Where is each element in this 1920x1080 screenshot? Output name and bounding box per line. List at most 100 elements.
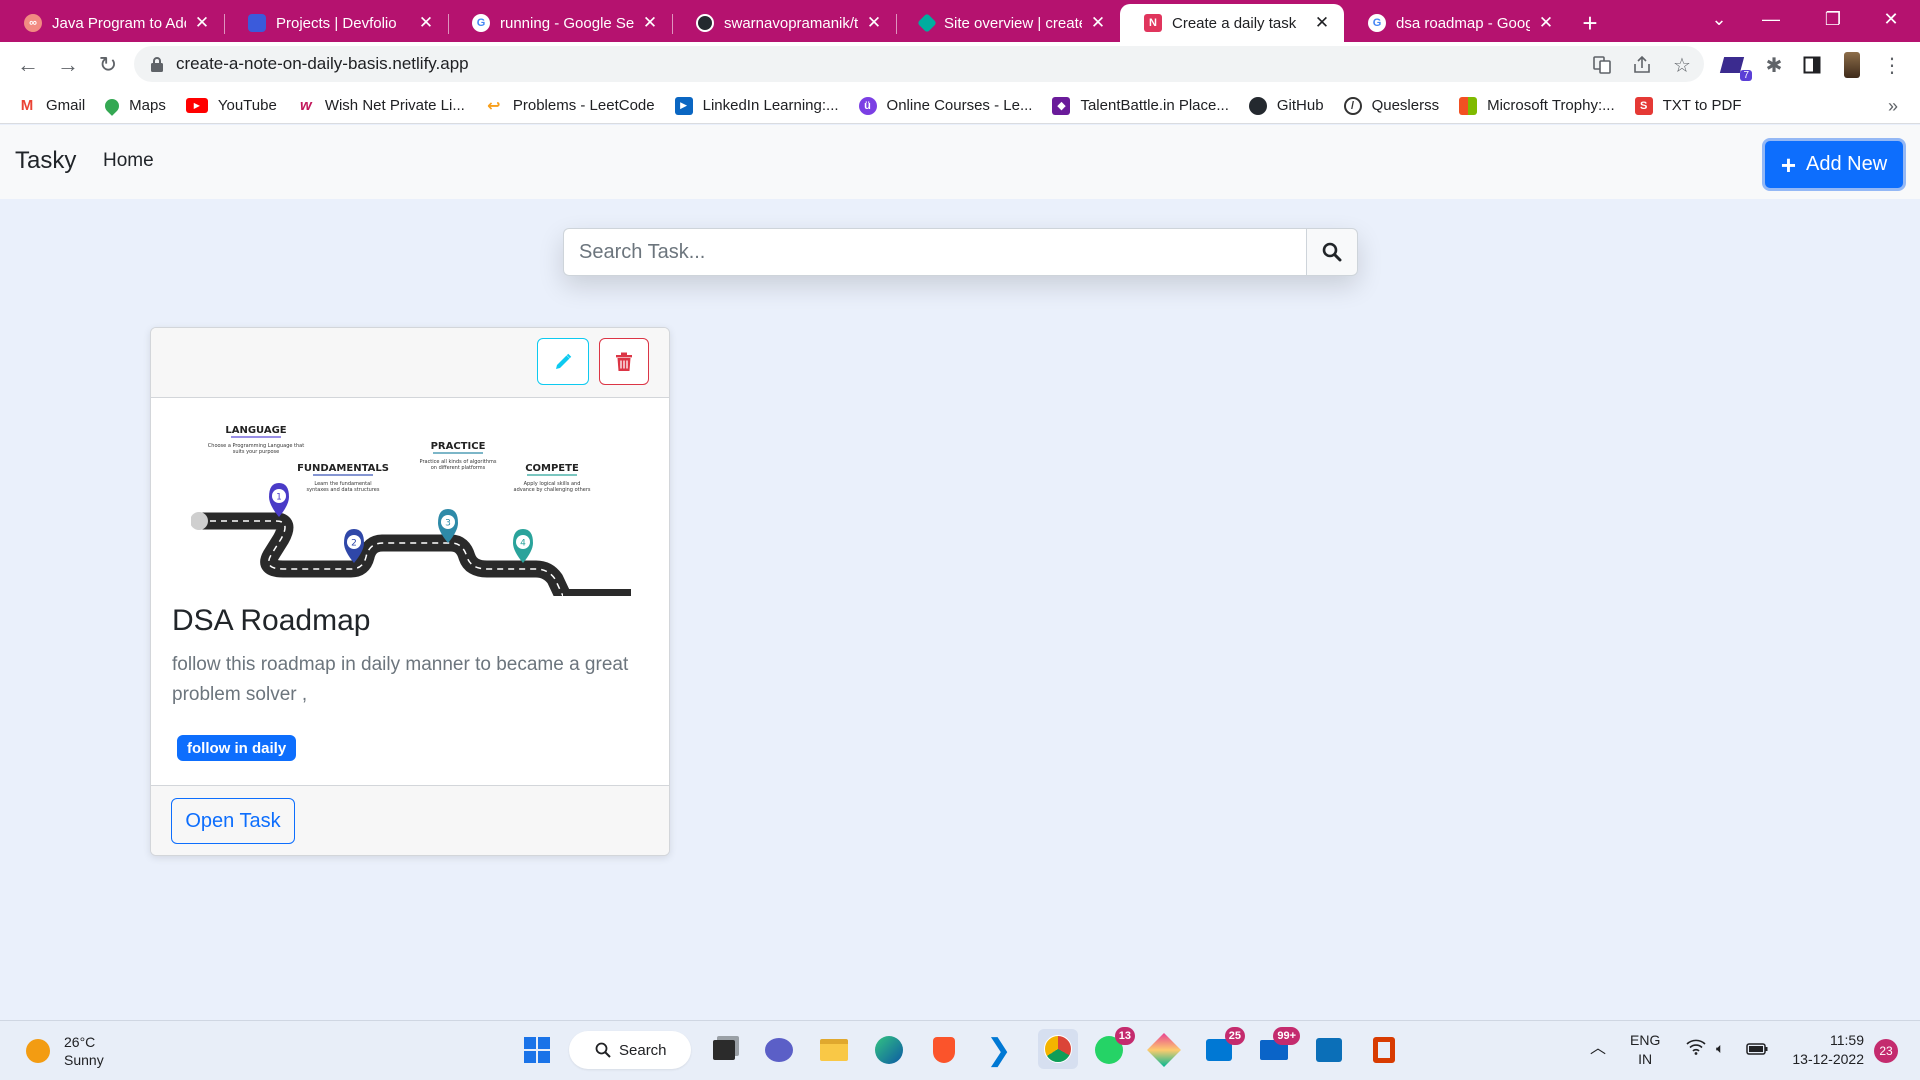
translate-icon[interactable] [1582,42,1622,88]
google-icon: G [1368,14,1386,32]
bookmark-gmail[interactable]: M Gmail [18,96,85,115]
chevron-up-icon[interactable]: ︿ [1590,1039,1606,1058]
bookmarks-overflow-icon[interactable]: » [1888,96,1898,117]
sidepanel-icon[interactable] [1792,42,1832,88]
file-explorer-icon[interactable] [818,1034,850,1066]
txt-to-pdf-icon: S [1634,96,1653,115]
search-button[interactable] [1306,228,1358,276]
bookmark-microsoft[interactable]: Microsoft Trophy:... [1459,96,1615,115]
open-task-button[interactable]: Open Task [171,798,295,844]
bookmark-online-courses[interactable]: ü Online Courses - Le... [858,96,1032,115]
extensions-icon[interactable]: ✱ [1754,42,1794,88]
bookmark-leetcode[interactable]: ↩ Problems - LeetCode [484,96,655,115]
browser-tab[interactable]: swarnavopramanik/ta ✕ [672,4,896,42]
forward-arrow-icon[interactable]: → [48,45,88,85]
browser-tab-strip: ∞ Java Program to Add ✕ Projects | Devfo… [0,0,1920,42]
taskbar-search-label: Search [619,1041,667,1059]
bookmark-maps[interactable]: Maps [102,95,166,116]
tab-close-icon[interactable]: ✕ [1312,13,1332,33]
bookmark-talentbattle[interactable]: ◆ TalentBattle.in Place... [1052,96,1229,115]
bookmark-youtube[interactable]: ▶ YouTube [185,97,277,114]
brave-icon[interactable] [928,1034,960,1066]
store-icon[interactable]: 25 [1203,1027,1245,1066]
office-icon[interactable] [1368,1034,1400,1066]
tab-close-icon[interactable]: ✕ [640,13,660,33]
language-indicator[interactable]: ENG IN [1630,1031,1660,1069]
chrome-icon[interactable] [1038,1029,1078,1069]
microsoft-icon [1459,96,1478,115]
app-brand[interactable]: Tasky [15,147,76,175]
queslerss-icon: / [1343,96,1362,115]
share-icon[interactable] [1622,42,1662,88]
mail-icon[interactable]: 99+ [1258,1027,1300,1066]
bookmark-wishnet[interactable]: w Wish Net Private Li... [296,96,465,115]
delete-button[interactable] [599,338,649,385]
back-arrow-icon[interactable]: ← [8,45,48,85]
speaker-icon[interactable]: 🔈︎ [1716,1039,1724,1058]
extension-badge: 7 [1740,70,1752,81]
vscode-icon[interactable]: ❯ [983,1034,1015,1067]
restore-button[interactable]: ❐ [1808,0,1858,38]
tab-close-icon[interactable]: ✕ [864,13,884,33]
notification-count-badge[interactable]: 23 [1874,1039,1898,1063]
clock-date: 13-12-2022 [1792,1051,1864,1067]
search-input[interactable] [563,228,1306,276]
tab-title: Create a daily task [1172,14,1297,32]
weather-widget[interactable]: 26°C Sunny [26,1033,104,1069]
browser-tab[interactable]: Projects | Devfolio ✕ [224,4,448,42]
bookmark-queslerss[interactable]: / Queslerss [1343,96,1440,115]
task-view-icon[interactable] [708,1034,740,1066]
browser-toolbar: ← → ↻ create-a-note-on-daily-basis.netli… [0,42,1920,88]
whatsapp-icon[interactable]: 13 [1093,1027,1135,1066]
bookmark-label: Wish Net Private Li... [324,97,465,114]
add-new-button[interactable]: + Add New [1762,138,1906,191]
browser-tab-active[interactable]: N Create a daily task ✕ [1120,4,1344,42]
browser-tab[interactable]: G dsa roadmap - Googl ✕ [1344,4,1568,42]
profile-avatar[interactable] [1832,42,1872,88]
weather-condition: Sunny [64,1052,104,1068]
trash-icon [616,352,632,371]
browser-tab[interactable]: Site overview | create ✕ [896,4,1120,42]
bookmark-github[interactable]: GitHub [1248,96,1324,115]
bookmark-txt-to-pdf[interactable]: S TXT to PDF [1634,96,1742,115]
wifi-icon[interactable] [1686,1039,1706,1060]
bookmark-label: Queslerss [1371,97,1440,114]
remote-app-icon[interactable] [1313,1034,1345,1066]
lock-icon [151,57,163,72]
bookmark-label: YouTube [217,97,277,114]
region-text: IN [1638,1051,1653,1067]
edit-button[interactable] [537,338,589,385]
browser-tab[interactable]: G running - Google Sea ✕ [448,4,672,42]
tab-close-icon[interactable]: ✕ [1536,13,1556,33]
nav-home-link[interactable]: Home [103,150,154,172]
reload-icon[interactable]: ↻ [88,45,128,85]
tab-close-icon[interactable]: ✕ [192,13,212,33]
gitkraken-icon[interactable] [1147,1033,1181,1067]
close-window-button[interactable]: ✕ [1866,0,1916,38]
plus-icon: + [1780,149,1797,180]
new-tab-button[interactable]: + [1568,4,1612,42]
menu-dots-icon[interactable]: ⋮ [1872,42,1912,88]
battery-icon[interactable] [1746,1041,1768,1060]
browser-tab[interactable]: ∞ Java Program to Add ✕ [0,4,224,42]
bookmark-linkedin-learning[interactable]: ▶ LinkedIn Learning:... [674,96,839,115]
teams-chat-icon[interactable] [763,1034,795,1066]
tab-close-icon[interactable]: ✕ [416,13,436,33]
windows-start-icon[interactable] [521,1034,553,1066]
notification-badge: 13 [1114,1027,1135,1045]
roadmap-step-desc: syntaxes and data structures [307,487,380,493]
search-bar [563,228,1358,276]
minimize-button[interactable]: — [1746,0,1796,38]
tab-title: running - Google Sea [500,14,634,32]
star-icon[interactable]: ☆ [1662,42,1702,88]
search-icon [1322,242,1342,262]
tab-close-icon[interactable]: ✕ [1088,13,1108,33]
edge-icon[interactable] [873,1034,905,1066]
address-bar[interactable]: create-a-note-on-daily-basis.netlify.app [134,46,1704,82]
maps-pin-icon [102,95,123,116]
taskbar-search[interactable]: Search [569,1031,691,1069]
clock[interactable]: 11:59 13-12-2022 [1784,1031,1864,1069]
tab-search-chevron-icon[interactable]: ⌄ [1694,0,1744,38]
extension-icon[interactable]: 7 [1714,42,1754,88]
tag-badge: follow in daily [177,735,297,761]
